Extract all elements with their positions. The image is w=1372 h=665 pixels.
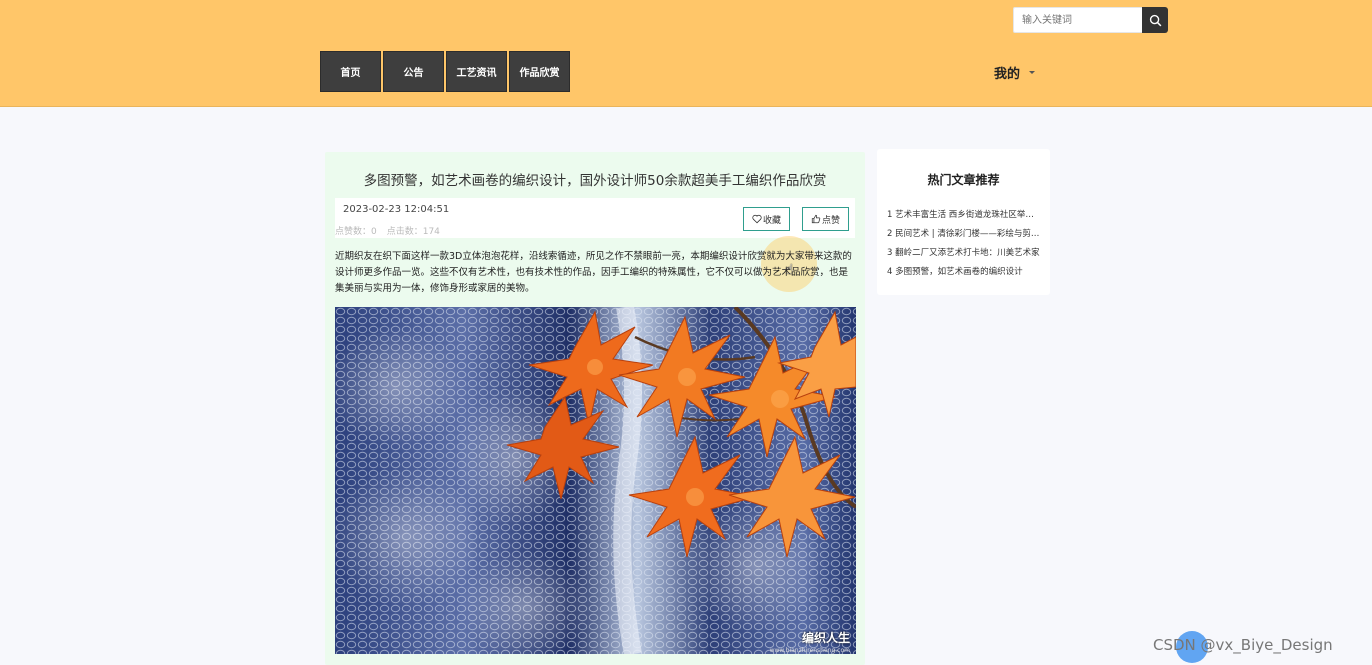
site-header: 首页 公告 工艺资讯 作品欣赏 我的 <box>0 0 1372 107</box>
nav-home[interactable]: 首页 <box>320 51 381 92</box>
nav-announcement[interactable]: 公告 <box>383 51 444 92</box>
image-watermark-url: www.bianzhirensheng.com <box>769 647 850 654</box>
csdn-watermark: CSDN @vx_Biye_Design <box>1153 636 1333 654</box>
search-button[interactable] <box>1142 7 1168 33</box>
knit-leaves-illustration <box>335 307 856 654</box>
article-image: 编织人生 www.bianzhirensheng.com <box>335 307 856 654</box>
favorite-label: 收藏 <box>762 215 781 226</box>
article-stats: 点赞数：0 点击数：174 <box>335 224 450 237</box>
like-label: 点赞 <box>821 215 840 226</box>
nav-craft-news[interactable]: 工艺资讯 <box>446 51 507 92</box>
thumbs-up-icon <box>811 214 821 224</box>
hot-article-item[interactable]: 4 多图预警，如艺术画卷的编织设计 <box>887 265 1042 284</box>
nav-works[interactable]: 作品欣赏 <box>509 51 570 92</box>
caret-down-icon <box>1029 71 1036 74</box>
hot-article-item[interactable]: 1 艺术丰富生活 西乡街道龙珠社区举办手工艺术活动 <box>887 208 1042 227</box>
hot-article-item[interactable]: 3 翻岭二厂又添艺术打卡地：川美艺术家 <box>887 246 1042 265</box>
click-count: 点击数：174 <box>386 227 440 237</box>
article-meta: 2023-02-23 12:04:51 点赞数：0 点击数：174 收藏 点赞 … <box>335 198 855 292</box>
user-menu[interactable]: 我的 <box>994 63 1036 82</box>
hot-articles-list: 1 艺术丰富生活 西乡街道龙珠社区举办手工艺术活动 2 民间艺术 | 清徐彩门楼… <box>887 208 1042 284</box>
hot-article-item[interactable]: 2 民间艺术 | 清徐彩门楼——彩绘与剪纸艺术 <box>887 227 1042 246</box>
article-date: 2023-02-23 12:04:51 <box>343 204 450 215</box>
user-menu-label: 我的 <box>994 67 1021 82</box>
search-input[interactable] <box>1013 7 1143 33</box>
main-nav: 首页 公告 工艺资讯 作品欣赏 <box>320 51 572 92</box>
article-card: 多图预警，如艺术画卷的编织设计，国外设计师50余款超美手工编织作品欣赏 2023… <box>325 152 865 665</box>
article-body: 近期织友在织下面这样一款3D立体泡泡花样，沿线索循迹，所见之作不禁眼前一亮，本期… <box>335 251 852 294</box>
heart-icon <box>752 214 762 224</box>
hot-articles-panel: 热门文章推荐 1 艺术丰富生活 西乡街道龙珠社区举办手工艺术活动 2 民间艺术 … <box>877 149 1050 295</box>
hot-articles-title: 热门文章推荐 <box>927 173 1000 187</box>
favorite-button[interactable]: 收藏 <box>743 207 790 231</box>
image-watermark: 编织人生 <box>801 631 850 645</box>
like-button[interactable]: 点赞 <box>802 207 849 231</box>
article-title: 多图预警，如艺术画卷的编织设计，国外设计师50余款超美手工编织作品欣赏 <box>363 173 827 189</box>
like-count: 点赞数：0 <box>335 227 377 237</box>
search-icon <box>1149 14 1161 26</box>
